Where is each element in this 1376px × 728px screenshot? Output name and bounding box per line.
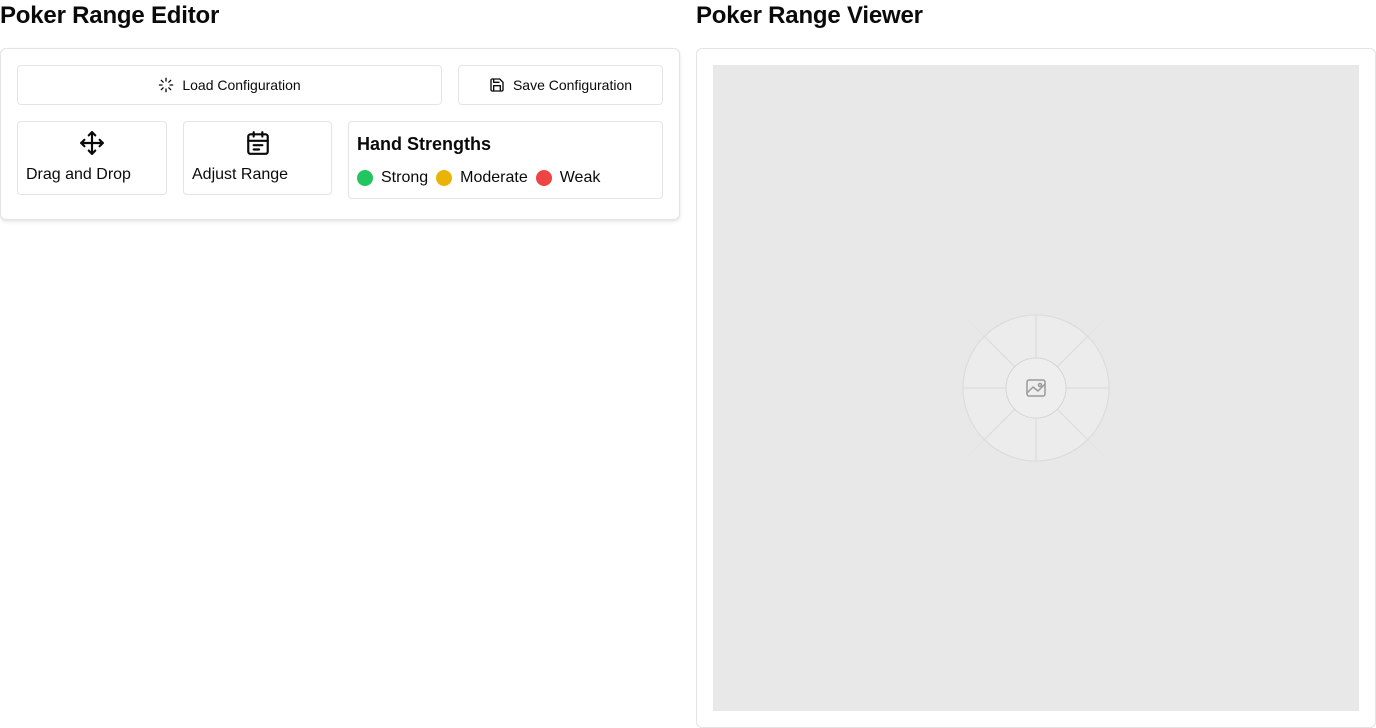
strong-color-dot <box>357 170 373 186</box>
range-viewer-canvas[interactable] <box>713 65 1359 711</box>
range-editor-panel: Poker Range Editor Load Configuration Sa… <box>0 0 680 220</box>
load-configuration-label: Load Configuration <box>182 77 301 93</box>
calendar-icon <box>246 131 269 155</box>
hand-strengths-legend: Hand Strengths Strong Moderate Weak <box>348 121 663 199</box>
save-icon <box>490 78 504 92</box>
legend-item-moderate: Moderate <box>436 168 528 188</box>
legend-label: Strong <box>381 169 429 186</box>
loader-icon <box>159 77 174 93</box>
legend-item-strong: Strong <box>357 168 428 188</box>
save-configuration-label: Save Configuration <box>512 77 633 93</box>
editor-card: Load Configuration Save Configuration Dr… <box>0 48 680 220</box>
legend-label: Moderate <box>460 169 528 186</box>
adjust-range-tool[interactable]: Adjust Range <box>183 121 332 195</box>
range-viewer-panel: Poker Range Viewer <box>696 0 1376 728</box>
drag-and-drop-tool[interactable]: Drag and Drop <box>17 121 167 195</box>
moderate-color-dot <box>436 170 453 186</box>
weak-color-dot <box>535 170 552 186</box>
load-configuration-button[interactable]: Load Configuration <box>17 65 442 105</box>
adjust-range-label: Adjust Range <box>192 166 289 183</box>
viewer-card <box>696 48 1376 728</box>
legend-item-weak: Weak <box>535 168 601 188</box>
viewer-title: Poker Range Viewer <box>696 2 923 29</box>
editor-title: Poker Range Editor <box>0 2 220 29</box>
save-configuration-button[interactable]: Save Configuration <box>458 65 663 105</box>
legend-title: Hand Strengths <box>357 134 492 154</box>
drag-and-drop-label: Drag and Drop <box>26 166 131 183</box>
image-placeholder-icon <box>936 288 1136 488</box>
legend-label: Weak <box>559 169 601 186</box>
move-icon <box>80 131 104 155</box>
